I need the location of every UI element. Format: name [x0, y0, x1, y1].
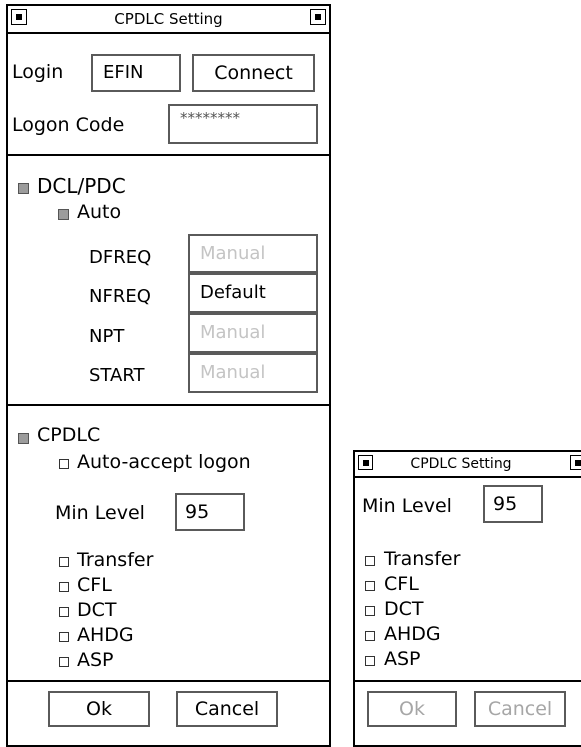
asp-checkbox[interactable]	[365, 656, 375, 666]
cpdlc-toggle[interactable]	[18, 433, 29, 444]
title-bar[interactable]: CPDLC Setting	[355, 452, 581, 478]
auto-toggle[interactable]	[58, 209, 69, 220]
min-level-label: Min Level	[362, 495, 452, 517]
min-level-label: Min Level	[55, 502, 145, 524]
dcl-pdc-label: DCL/PDC	[37, 174, 126, 198]
dfreq-field[interactable]: Manual	[188, 234, 318, 273]
dcl-pdc-toggle[interactable]	[18, 183, 29, 194]
cfl-checkbox[interactable]	[365, 581, 375, 591]
ahdg-checkbox[interactable]	[365, 631, 375, 641]
logon-code-field[interactable]: ********	[168, 104, 318, 144]
nfreq-field[interactable]: Default	[188, 273, 318, 313]
ahdg-label: AHDG	[384, 623, 441, 645]
auto-label: Auto	[77, 201, 122, 223]
connect-button[interactable]: Connect	[192, 54, 315, 92]
asp-label: ASP	[384, 648, 421, 670]
asp-checkbox[interactable]	[59, 657, 69, 667]
section-divider	[8, 680, 329, 682]
window-title: CPDLC Setting	[114, 10, 223, 28]
login-field[interactable]: EFIN	[91, 54, 181, 92]
cancel-button[interactable]: Cancel	[474, 691, 566, 727]
npt-label: NPT	[89, 326, 125, 347]
npt-field[interactable]: Manual	[188, 313, 318, 353]
window-title: CPDLC Setting	[410, 456, 512, 472]
cpdlc-setting-mini-window: CPDLC Setting Min Level 95 Transfer CFL …	[353, 450, 581, 747]
dct-label: DCT	[384, 598, 424, 620]
dct-checkbox[interactable]	[59, 607, 69, 617]
window-restore-button[interactable]	[310, 9, 326, 25]
title-bar[interactable]: CPDLC Setting	[8, 6, 329, 34]
cpdlc-setting-window: CPDLC Setting Login EFIN Connect Logon C…	[6, 4, 331, 747]
cfl-label: CFL	[77, 574, 112, 596]
login-label: Login	[12, 61, 64, 83]
nfreq-label: NFREQ	[89, 286, 151, 307]
min-level-field[interactable]: 95	[483, 485, 543, 523]
auto-accept-logon-label: Auto-accept logon	[77, 451, 251, 473]
transfer-checkbox[interactable]	[59, 557, 69, 567]
ahdg-checkbox[interactable]	[59, 632, 69, 642]
start-field[interactable]: Manual	[188, 353, 318, 393]
ok-button[interactable]: Ok	[48, 691, 150, 727]
window-restore-button[interactable]	[570, 455, 581, 470]
section-divider	[8, 404, 329, 406]
ok-button[interactable]: Ok	[367, 691, 457, 727]
logon-code-label: Logon Code	[12, 114, 125, 136]
min-level-field[interactable]: 95	[175, 493, 245, 531]
cpdlc-label: CPDLC	[37, 424, 101, 446]
asp-label: ASP	[77, 649, 114, 671]
cancel-button[interactable]: Cancel	[176, 691, 278, 727]
ahdg-label: AHDG	[77, 624, 134, 646]
cfl-checkbox[interactable]	[59, 582, 69, 592]
transfer-checkbox[interactable]	[365, 556, 375, 566]
section-divider	[8, 154, 329, 156]
dfreq-label: DFREQ	[89, 247, 152, 268]
cfl-label: CFL	[384, 573, 419, 595]
dct-label: DCT	[77, 599, 117, 621]
transfer-label: Transfer	[77, 549, 154, 571]
section-divider	[355, 680, 581, 682]
auto-accept-logon-checkbox[interactable]	[59, 459, 69, 469]
start-label: START	[89, 365, 145, 386]
transfer-label: Transfer	[384, 548, 461, 570]
dct-checkbox[interactable]	[365, 606, 375, 616]
